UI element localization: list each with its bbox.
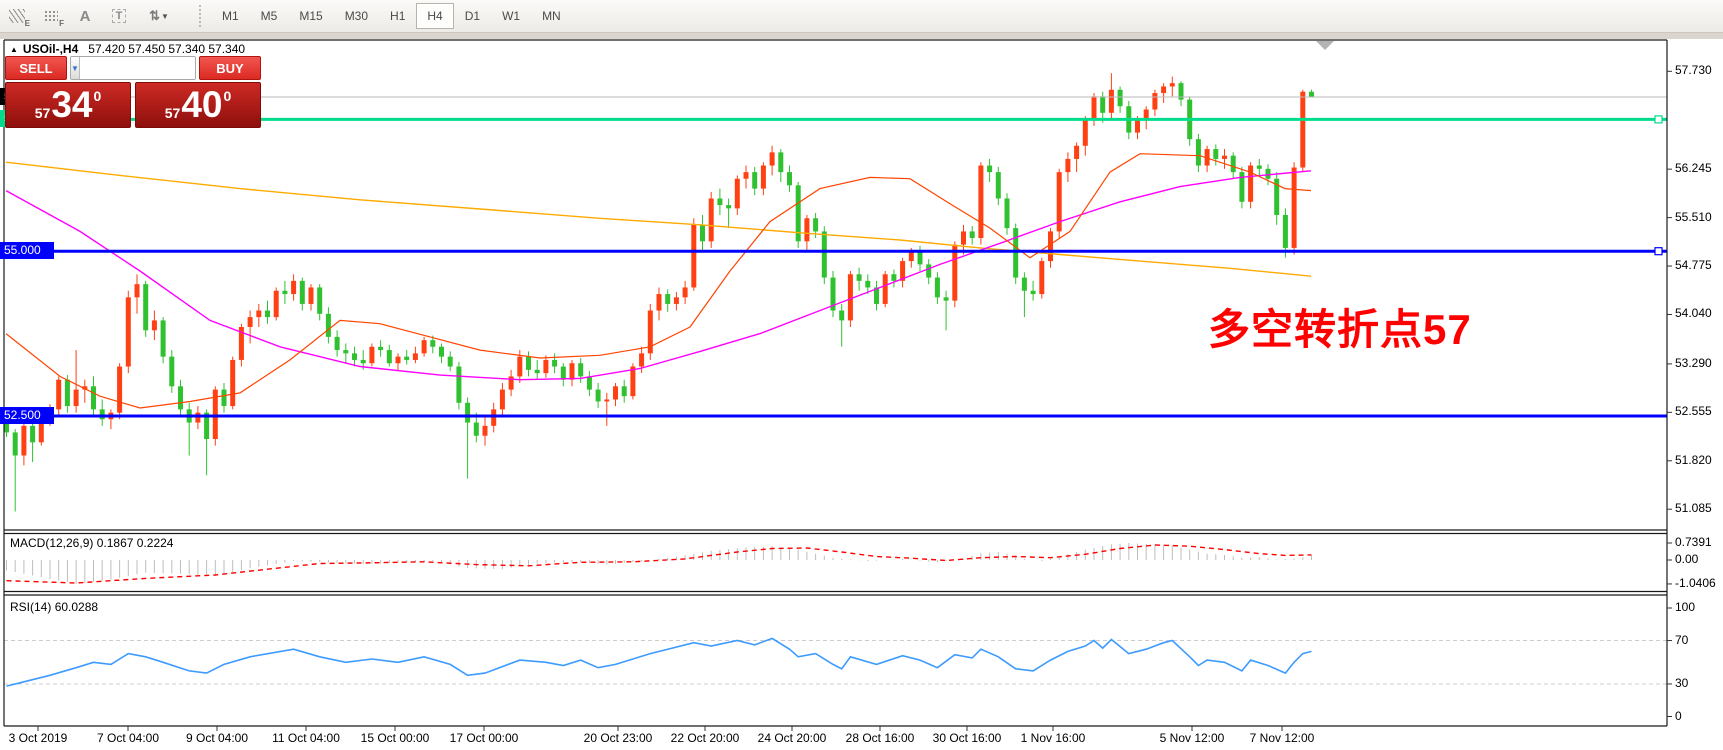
symbol-label: USOil-,H4 — [23, 42, 78, 56]
ask-price-panel[interactable]: 57 40 0 — [135, 82, 261, 128]
hline-55-handle-right[interactable] — [1655, 248, 1662, 255]
rsi-axis-label: 30 — [1675, 676, 1688, 690]
price-axis-label: 54.775 — [1675, 258, 1712, 272]
rsi-label: RSI(14) 60.0288 — [10, 600, 98, 614]
ask-pip-sup: 0 — [223, 88, 231, 104]
rsi-name: RSI(14) — [10, 600, 51, 614]
price-badge: 52.500 — [0, 407, 54, 424]
volume-stepper: ▼ ▲ — [70, 56, 196, 80]
macd-axis-label: 0.7391 — [1675, 535, 1712, 549]
time-axis-label: 15 Oct 00:00 — [361, 731, 430, 745]
time-axis-label: 9 Oct 04:00 — [186, 731, 248, 745]
hline-57-handle-right[interactable] — [1655, 116, 1662, 123]
chart-text-annotation[interactable]: 多空转折点57 — [1208, 296, 1472, 357]
time-axis-label: 7 Oct 04:00 — [97, 731, 159, 745]
time-axis-label: 7 Nov 12:00 — [1250, 731, 1315, 745]
time-axis-label: 24 Oct 20:00 — [758, 731, 827, 745]
bid-pip-sup: 0 — [93, 88, 101, 104]
time-axis-label: 22 Oct 20:00 — [671, 731, 740, 745]
time-axis-label: 5 Nov 12:00 — [1160, 731, 1225, 745]
trading-terminal: E F A T ⇅ ▼ M1M5M15M30H1H4D1W1MN 57.7305… — [0, 0, 1723, 750]
bid-prefix: 57 — [35, 105, 51, 121]
price-axis-label: 54.040 — [1675, 306, 1712, 320]
ask-prefix: 57 — [165, 105, 181, 121]
time-axis-label: 20 Oct 23:00 — [584, 731, 653, 745]
rsi-axis-label: 100 — [1675, 600, 1695, 614]
price-axis-label: 51.820 — [1675, 453, 1712, 467]
rsi-value: 60.0288 — [55, 600, 98, 614]
collapse-triangle-icon[interactable]: ▲ — [10, 45, 18, 54]
ask-big-digits: 40 — [181, 85, 222, 125]
bid-price-panel[interactable]: 57 34 0 — [5, 82, 131, 128]
volume-input[interactable] — [80, 57, 196, 79]
macd-label: MACD(12,26,9) 0.1867 0.2224 — [10, 536, 173, 550]
rsi-axis-label: 0 — [1675, 709, 1682, 723]
price-axis-label: 52.555 — [1675, 404, 1712, 418]
time-axis-label: 17 Oct 00:00 — [450, 731, 519, 745]
time-axis-label: 3 Oct 2019 — [9, 731, 68, 745]
one-click-trade-panel: SELL ▼ ▲ BUY 57 34 0 57 40 0 — [5, 56, 261, 128]
time-axis-label: 1 Nov 16:00 — [1021, 731, 1086, 745]
price-axis-label: 53.290 — [1675, 356, 1712, 370]
macd-axis-label: -1.0406 — [1675, 576, 1716, 590]
ma-mid-magenta — [6, 171, 1311, 380]
price-badge: 55.000 — [0, 242, 54, 259]
macd-values: 0.1867 0.2224 — [97, 536, 174, 550]
time-axis-label: 28 Oct 16:00 — [846, 731, 915, 745]
ma-slow-orange — [6, 162, 1311, 276]
ma-fast-red — [6, 154, 1311, 408]
price-axis-label: 51.085 — [1675, 501, 1712, 515]
price-axis-label: 55.510 — [1675, 210, 1712, 224]
volume-decrease-button[interactable]: ▼ — [71, 57, 80, 79]
buy-button[interactable]: BUY — [199, 56, 261, 80]
chart-shift-marker-icon[interactable] — [1316, 41, 1334, 50]
macd-name: MACD(12,26,9) — [10, 536, 93, 550]
macd-axis-label: 0.00 — [1675, 552, 1698, 566]
ohlc-readout: 57.420 57.450 57.340 57.340 — [88, 42, 245, 56]
price-axis-label: 56.245 — [1675, 161, 1712, 175]
time-axis-label: 30 Oct 16:00 — [933, 731, 1002, 745]
time-axis-label: 11 Oct 04:00 — [272, 731, 340, 745]
sell-button[interactable]: SELL — [5, 56, 67, 80]
price-axis-label: 57.730 — [1675, 63, 1712, 77]
rsi-axis-label: 70 — [1675, 633, 1688, 647]
chart-title: ▲ USOil-,H4 57.420 57.450 57.340 57.340 — [10, 42, 245, 56]
bid-big-digits: 34 — [51, 85, 92, 125]
